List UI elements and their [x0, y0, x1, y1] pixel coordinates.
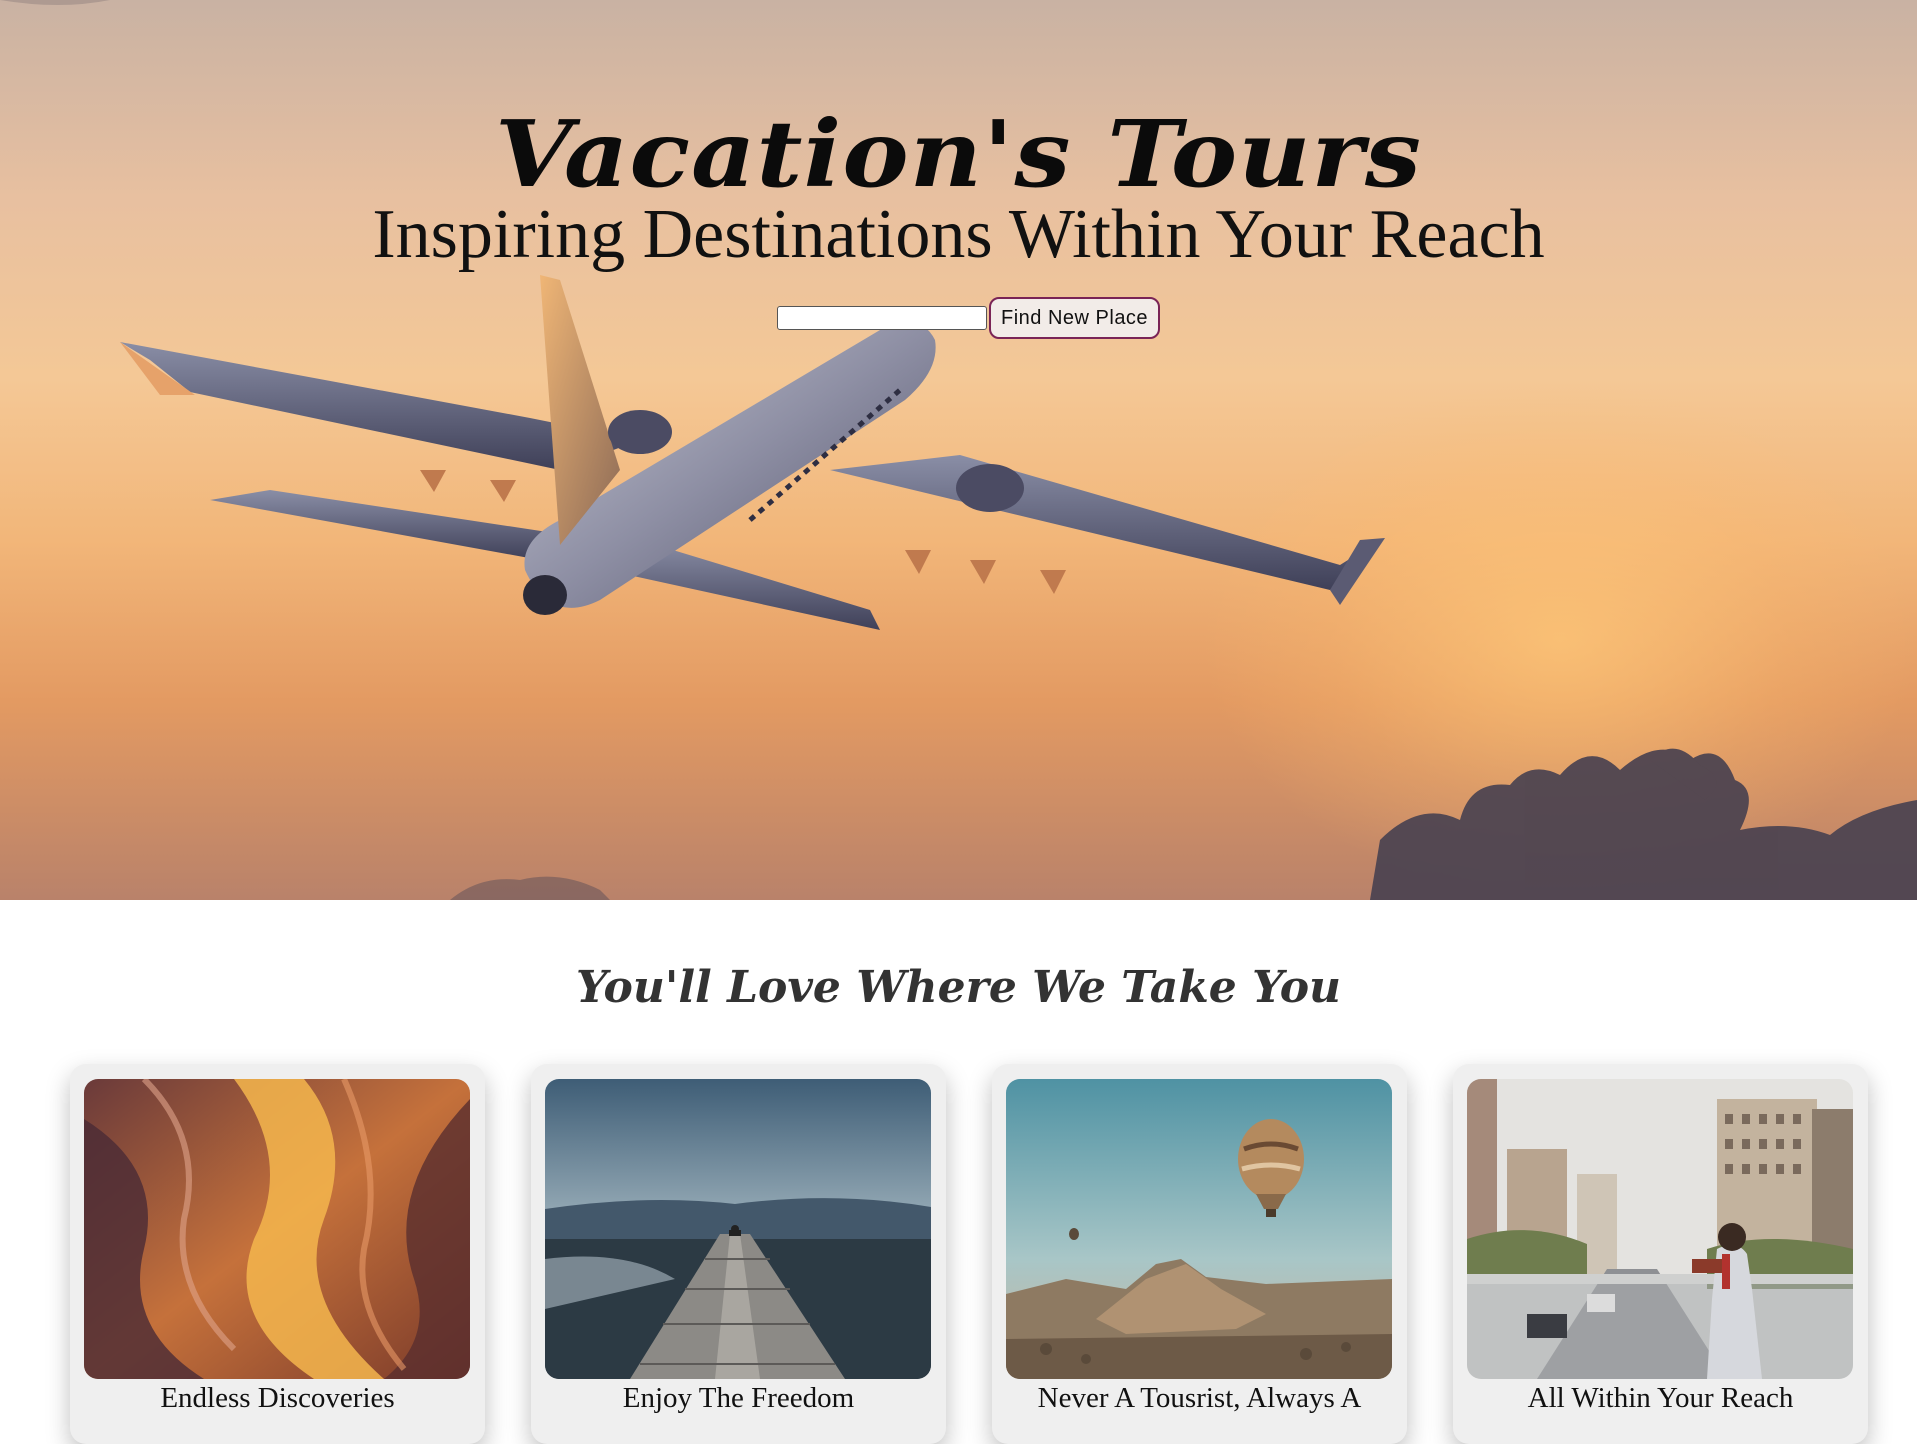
destination-card[interactable]: Enjoy The Freedom	[531, 1064, 946, 1444]
slot-canyon-photo	[84, 1079, 470, 1379]
search-input[interactable]	[777, 306, 987, 330]
card-caption: Never A Tousrist, Always A	[1037, 1382, 1362, 1414]
find-new-place-button[interactable]: Find New Place	[989, 297, 1161, 339]
hot-air-balloon-photo	[1006, 1079, 1392, 1379]
city-street-reader-photo	[1467, 1079, 1853, 1379]
card-caption: All Within Your Reach	[1527, 1382, 1794, 1414]
search-form: Find New Place	[777, 297, 1161, 339]
card-caption: Enjoy The Freedom	[622, 1382, 855, 1414]
mountain-pier-photo	[545, 1079, 931, 1379]
destination-card[interactable]: Endless Discoveries	[70, 1064, 485, 1444]
hero-banner: Vacation's Tours Inspiring Destinations …	[0, 0, 1917, 900]
card-caption: Endless Discoveries	[160, 1382, 395, 1414]
destination-cards: Endless Discoveries Enjoy The Freedom Ne…	[70, 1064, 1870, 1444]
section-title: You'll Love Where We Take You	[575, 962, 1342, 1013]
destination-card[interactable]: Never A Tousrist, Always A	[992, 1064, 1407, 1444]
site-tagline: Inspiring Destinations Within Your Reach	[372, 196, 1545, 273]
destination-card[interactable]: All Within Your Reach	[1453, 1064, 1868, 1444]
site-title: Vacation's Tours	[495, 100, 1422, 208]
